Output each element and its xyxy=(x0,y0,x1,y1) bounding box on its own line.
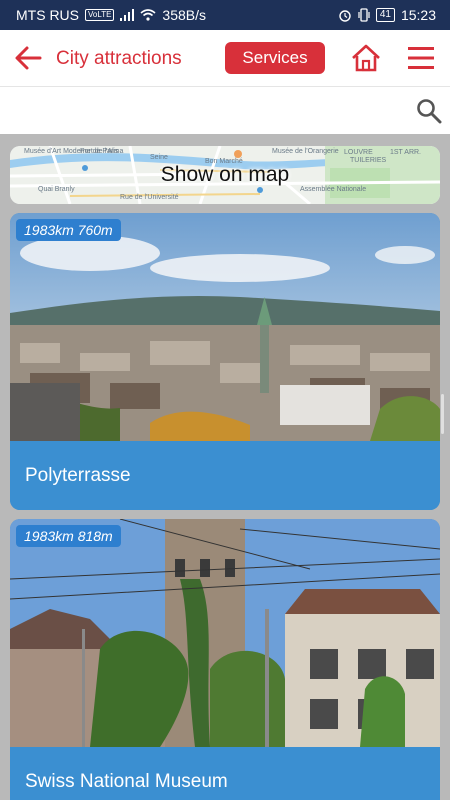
battery-icon: 41 xyxy=(375,8,395,22)
vibrate-icon xyxy=(358,8,370,22)
page-title: City attractions xyxy=(56,48,182,69)
show-on-map-label: Show on map xyxy=(160,163,290,186)
clock: 15:23 xyxy=(400,7,436,23)
hamburger-menu-icon[interactable] xyxy=(406,44,436,72)
home-icon[interactable] xyxy=(350,42,382,74)
attraction-card[interactable]: 1983km 760m Polyterrasse xyxy=(10,213,440,510)
attraction-photo xyxy=(10,519,440,747)
scrollbar-thumb[interactable] xyxy=(441,394,444,434)
attraction-card[interactable]: 1983km 818m Swiss National Museum xyxy=(10,519,440,800)
wifi-icon xyxy=(140,9,156,21)
status-right: 41 15:23 xyxy=(338,7,436,23)
network-speed: 358B/s xyxy=(162,7,207,23)
search-input[interactable] xyxy=(10,95,400,125)
attraction-photo xyxy=(10,213,440,441)
attraction-name: Swiss National Museum xyxy=(25,771,228,792)
search-icon[interactable] xyxy=(416,98,442,124)
show-on-map-card[interactable]: Musée d'Art Moderne de Paris Port de l'A… xyxy=(10,146,440,204)
arrow-left-icon[interactable] xyxy=(12,42,44,74)
carrier-name: MTS RUS xyxy=(16,7,79,23)
distance-badge: 1983km 760m xyxy=(16,219,121,241)
app-bar: City attractions Services xyxy=(0,30,450,87)
card-footer: Swiss National Museum xyxy=(10,747,440,800)
alarm-icon xyxy=(339,10,351,22)
attractions-list[interactable]: Musée d'Art Moderne de Paris Port de l'A… xyxy=(0,136,450,800)
distance-badge: 1983km 818m xyxy=(16,525,121,547)
status-bar: MTS RUS VoLTE 358B/s 41 15:23 xyxy=(0,0,450,30)
volte-badge: VoLTE xyxy=(85,9,115,21)
status-left: MTS RUS VoLTE 358B/s xyxy=(16,7,206,23)
attraction-name: Polyterrasse xyxy=(25,465,131,486)
search-bar xyxy=(0,87,450,134)
signal-icon xyxy=(120,9,135,21)
services-button[interactable]: Services xyxy=(225,42,325,74)
card-footer: Polyterrasse xyxy=(10,441,440,510)
